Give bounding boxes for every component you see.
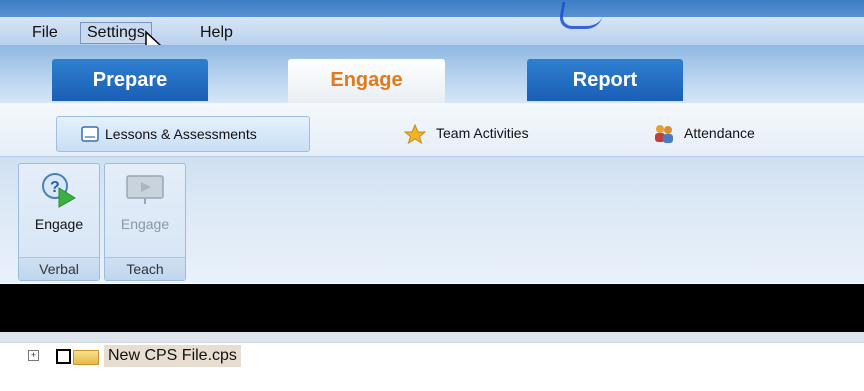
subnav-attendance[interactable]: Attendance [652, 116, 802, 150]
ribbon-group-verbal-label: Verbal [19, 257, 99, 280]
engage-verbal-button[interactable]: Engage [19, 216, 99, 232]
presentation-icon[interactable] [125, 174, 165, 206]
people-icon [655, 125, 673, 143]
engage-teach-button[interactable]: Engage [105, 216, 185, 232]
subnav-team-activities[interactable]: Team Activities [404, 116, 574, 150]
tree-file-name[interactable]: New CPS File.cps [104, 345, 241, 367]
question-play-icon[interactable]: ? [39, 172, 79, 208]
menu-file[interactable]: File [26, 22, 64, 44]
subnav-attendance-label: Attendance [684, 125, 755, 141]
tab-report[interactable]: Report [527, 59, 683, 101]
subnav-team-label: Team Activities [436, 125, 529, 141]
tab-prepare[interactable]: Prepare [52, 59, 208, 101]
star-icon [404, 124, 426, 144]
subnav-lessons[interactable]: Lessons & Assessments [56, 116, 310, 152]
tree-checkbox[interactable] [56, 349, 71, 364]
tree-expander[interactable]: + [28, 350, 39, 361]
ribbon-group-teach: Engage Teach [104, 163, 186, 281]
divider-strip [0, 332, 864, 342]
menu-help[interactable]: Help [194, 22, 239, 44]
black-panel [0, 284, 864, 332]
folder-icon [73, 350, 99, 365]
document-icon [81, 126, 99, 142]
tab-engage[interactable]: Engage [288, 59, 445, 103]
ribbon-group-verbal: ? Engage Verbal [18, 163, 100, 281]
ribbon-group-teach-label: Teach [105, 257, 185, 280]
subnav-lessons-label: Lessons & Assessments [105, 126, 257, 142]
svg-text:?: ? [50, 179, 60, 196]
menu-settings[interactable]: Settings [80, 22, 152, 44]
